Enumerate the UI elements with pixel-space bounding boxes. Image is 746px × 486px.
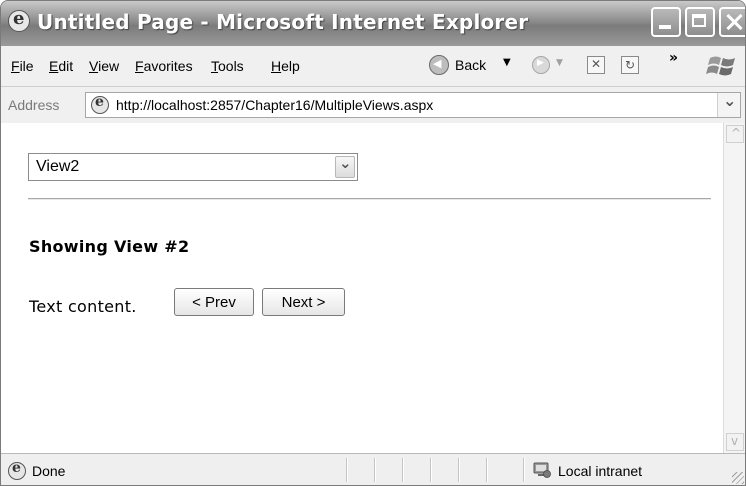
status-divider [458, 458, 460, 482]
scroll-up-icon[interactable] [726, 125, 744, 143]
view-select-value: View2 [36, 158, 80, 175]
forward-arrow-icon[interactable] [532, 56, 550, 74]
minimize-button[interactable] [651, 7, 681, 37]
forward-dropdown-icon[interactable]: ▼ [556, 58, 563, 68]
address-dropdown-icon[interactable] [717, 91, 740, 117]
status-divider [346, 458, 348, 482]
page-content: View2 Showing View #2 Text content. < Pr… [1, 123, 723, 453]
close-button[interactable] [719, 7, 745, 37]
status-divider [523, 458, 525, 482]
menu-edit[interactable]: Edit [49, 58, 73, 74]
menu-bar: File Edit View Favorites Tools Help Back… [1, 46, 745, 87]
view-heading: Showing View #2 [29, 237, 190, 256]
window-title: Untitled Page - Microsoft Internet Explo… [37, 10, 529, 34]
browser-window: Untitled Page - Microsoft Internet Explo… [0, 0, 746, 486]
status-divider [374, 458, 376, 482]
status-divider [486, 458, 488, 482]
refresh-icon[interactable]: ↻ [621, 56, 639, 74]
status-divider [430, 458, 432, 482]
windows-flag-icon [706, 56, 735, 76]
local-intranet-icon [533, 462, 551, 478]
menu-view[interactable]: View [89, 58, 119, 74]
view-text: Text content. [29, 297, 137, 316]
address-url[interactable]: http://localhost:2857/Chapter16/Multiple… [116, 97, 433, 113]
vertical-scrollbar[interactable] [723, 123, 745, 453]
address-bar: Address http://localhost:2857/Chapter16/… [1, 87, 745, 124]
address-field[interactable]: http://localhost:2857/Chapter16/Multiple… [85, 91, 741, 118]
ie-app-icon[interactable] [8, 8, 30, 32]
status-page-icon [8, 460, 26, 480]
menu-help[interactable]: Help [271, 58, 300, 74]
back-label: Back [455, 57, 487, 73]
scroll-down-icon[interactable] [726, 433, 744, 451]
menu-favorites[interactable]: Favorites [135, 58, 193, 74]
page-icon [91, 94, 109, 114]
status-divider [402, 458, 404, 482]
resize-grip-icon[interactable] [732, 472, 744, 484]
prev-button[interactable]: < Prev [174, 288, 254, 316]
back-dropdown-icon[interactable]: ▼ [503, 57, 511, 68]
chevron-down-icon[interactable] [335, 154, 355, 178]
menu-tools[interactable]: Tools [211, 58, 244, 74]
stop-icon[interactable]: ✕ [587, 56, 605, 74]
toolbar-more-icon[interactable]: » [669, 50, 678, 66]
status-text: Done [32, 463, 66, 479]
title-bar[interactable]: Untitled Page - Microsoft Internet Explo… [1, 1, 745, 46]
status-bar: Done Local intranet [1, 453, 745, 485]
address-label: Address [8, 97, 60, 113]
maximize-button[interactable] [685, 7, 715, 37]
menu-file[interactable]: File [11, 58, 34, 74]
horizontal-rule [28, 198, 711, 200]
view-select[interactable]: View2 [28, 153, 358, 181]
back-arrow-icon [429, 55, 449, 75]
next-button[interactable]: Next > [262, 288, 345, 316]
zone-text: Local intranet [558, 463, 643, 479]
